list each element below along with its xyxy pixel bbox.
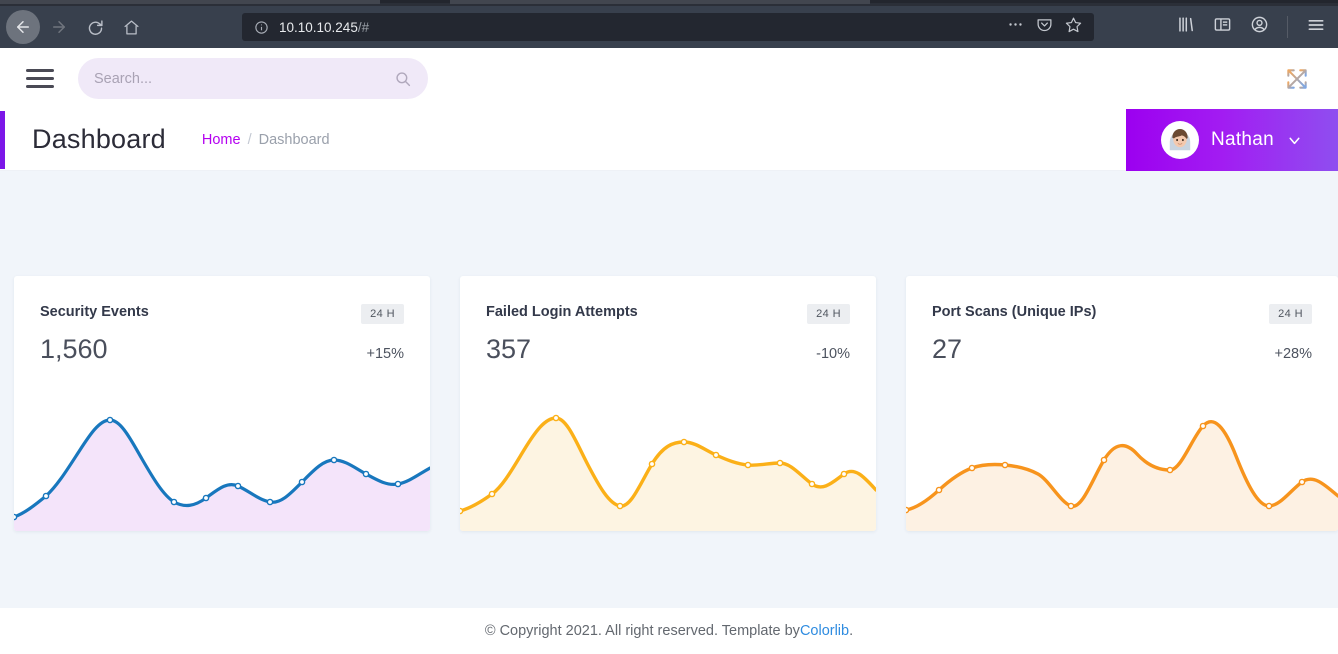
user-name: Nathan bbox=[1210, 129, 1275, 150]
card-value: 1,560 bbox=[40, 334, 108, 364]
reload-icon bbox=[88, 19, 103, 35]
hamburger-menu-icon[interactable] bbox=[1306, 15, 1326, 40]
card-value-row: 357 -10% bbox=[460, 324, 876, 365]
back-arrow-icon bbox=[17, 21, 29, 33]
card-title: Failed Login Attempts bbox=[486, 304, 638, 320]
home-button[interactable] bbox=[114, 10, 148, 44]
browser-toolbar: 10.10.10.245/# bbox=[0, 6, 1338, 48]
forward-arrow-icon bbox=[53, 21, 65, 33]
tab-sliver-2[interactable] bbox=[380, 0, 450, 3]
card-value: 27 bbox=[932, 334, 963, 364]
address-bar-actions bbox=[1007, 16, 1094, 38]
user-menu[interactable]: Nathan bbox=[1126, 109, 1338, 171]
breadcrumb: Home / Dashboard bbox=[202, 132, 330, 148]
tab-sliver-3[interactable] bbox=[450, 0, 870, 4]
sparkline-svg bbox=[14, 416, 430, 531]
card-change: +28% bbox=[1274, 346, 1313, 362]
chevron-down-icon[interactable] bbox=[1286, 132, 1303, 149]
browser-toolbar-right bbox=[1176, 13, 1338, 41]
page-info-icon[interactable] bbox=[254, 20, 269, 35]
breadcrumb-home-link[interactable]: Home bbox=[202, 132, 241, 148]
card-header: Failed Login Attempts 24 H bbox=[460, 276, 876, 324]
footer: © Copyright 2021. All right reserved. Te… bbox=[0, 608, 1338, 654]
page-title: Dashboard bbox=[32, 124, 166, 154]
card-value: 357 bbox=[486, 334, 532, 364]
ellipsis-icon[interactable] bbox=[1007, 16, 1024, 38]
star-icon[interactable] bbox=[1065, 16, 1082, 38]
forward-button[interactable] bbox=[42, 10, 76, 44]
user-avatar-icon bbox=[1163, 123, 1197, 157]
library-icon[interactable] bbox=[1176, 15, 1195, 39]
expand-arrows-icon bbox=[1287, 69, 1307, 89]
sparkline-chart bbox=[14, 398, 430, 531]
card-title: Security Events bbox=[40, 304, 149, 320]
navigation-buttons bbox=[0, 10, 148, 44]
footer-text: © Copyright 2021. All right reserved. Te… bbox=[484, 623, 800, 639]
app-topbar bbox=[0, 48, 1338, 109]
back-button[interactable] bbox=[6, 10, 40, 44]
footer-suffix: . bbox=[849, 623, 854, 639]
search-input[interactable] bbox=[94, 70, 394, 87]
fullscreen-button[interactable] bbox=[1284, 66, 1310, 92]
card-value-row: 27 +28% bbox=[906, 324, 1338, 365]
sparkline-chart bbox=[460, 398, 876, 531]
status-badge: 24 H bbox=[807, 304, 850, 324]
application-viewport: Dashboard Home / Dashboard Nathan bbox=[0, 48, 1338, 654]
search-icon[interactable] bbox=[394, 70, 412, 88]
stat-card[interactable]: Failed Login Attempts 24 H 357 -10% bbox=[460, 276, 876, 531]
stat-card-grid: Security Events 24 H 1,560 +15% Failed L… bbox=[0, 216, 1338, 536]
status-badge: 24 H bbox=[1269, 304, 1312, 324]
hamburger-bar bbox=[26, 69, 54, 72]
header-accent-bar bbox=[0, 111, 5, 169]
tab-sliver-4[interactable] bbox=[870, 0, 1338, 3]
hamburger-bar bbox=[26, 77, 54, 80]
stat-card[interactable]: Security Events 24 H 1,560 +15% bbox=[14, 276, 430, 531]
card-header: Port Scans (Unique IPs) 24 H bbox=[906, 276, 1338, 324]
tab-sliver-1[interactable] bbox=[0, 0, 380, 4]
card-header: Security Events 24 H bbox=[14, 276, 430, 324]
home-icon bbox=[123, 19, 139, 35]
sidebar-icon[interactable] bbox=[1213, 15, 1232, 39]
card-value-row: 1,560 +15% bbox=[14, 324, 430, 365]
url-text: 10.10.10.245/# bbox=[279, 19, 370, 35]
sparkline-chart bbox=[906, 398, 1338, 531]
breadcrumb-separator: / bbox=[247, 131, 252, 148]
sidebar-toggle-button[interactable] bbox=[26, 66, 56, 92]
breadcrumb-current: Dashboard bbox=[258, 131, 330, 148]
reload-button[interactable] bbox=[78, 10, 112, 44]
colorlib-link[interactable]: Colorlib bbox=[800, 623, 849, 639]
address-bar[interactable]: 10.10.10.245/# bbox=[242, 13, 1094, 41]
card-title: Port Scans (Unique IPs) bbox=[932, 304, 1097, 320]
status-badge: 24 H bbox=[361, 304, 404, 324]
toolbar-divider bbox=[1287, 16, 1288, 38]
stat-card[interactable]: Port Scans (Unique IPs) 24 H 27 +28% bbox=[906, 276, 1338, 531]
card-change: -10% bbox=[816, 346, 850, 362]
avatar bbox=[1160, 121, 1199, 159]
card-change: +15% bbox=[366, 346, 405, 362]
account-icon[interactable] bbox=[1250, 15, 1269, 39]
hamburger-bar bbox=[26, 85, 54, 88]
search-box[interactable] bbox=[78, 58, 428, 99]
sparkline-svg bbox=[906, 420, 1338, 531]
pocket-icon[interactable] bbox=[1036, 16, 1053, 38]
sparkline-svg bbox=[460, 414, 876, 531]
